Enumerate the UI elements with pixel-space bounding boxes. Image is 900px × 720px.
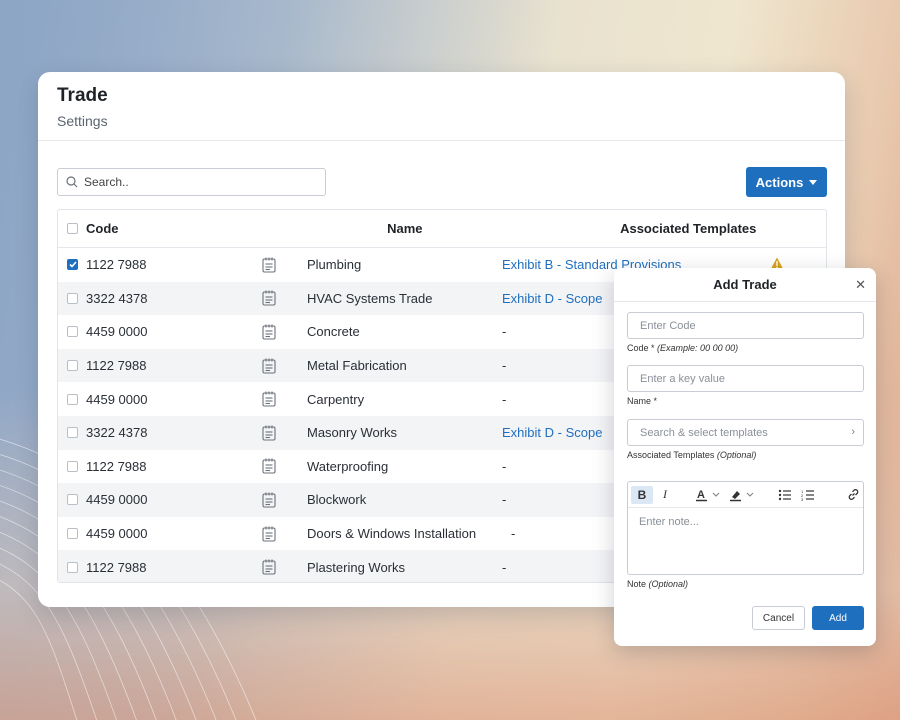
column-header-templates: Associated Templates (620, 221, 757, 236)
row-checkbox[interactable] (67, 259, 78, 271)
search-input[interactable] (84, 175, 304, 189)
row-checkbox[interactable] (67, 360, 78, 372)
select-all-checkbox[interactable] (67, 223, 78, 234)
link-button[interactable] (844, 486, 862, 504)
trade-code: 4459 0000 (86, 492, 148, 508)
trade-code: 4459 0000 (86, 324, 148, 340)
notepad-icon[interactable] (262, 425, 307, 441)
bullet-list-icon (778, 489, 791, 500)
note-textarea[interactable] (639, 516, 869, 576)
page-title: Trade (57, 85, 108, 106)
trade-name: Plastering Works (307, 559, 406, 575)
trade-code: 1122 7988 (86, 257, 147, 273)
row-checkbox[interactable] (67, 460, 78, 472)
numbered-list-icon: 1 2 3 (801, 489, 814, 501)
code-field[interactable] (627, 312, 864, 339)
name-label-text: Name * (627, 396, 658, 406)
trade-name: Waterproofing (307, 458, 389, 474)
trade-name: Carpentry (307, 391, 365, 407)
cancel-button[interactable]: Cancel (752, 606, 805, 630)
code-input[interactable] (640, 319, 840, 332)
trade-name: Concrete (307, 324, 360, 340)
code-label-text: Code * (627, 343, 655, 353)
code-label: Code * (Example: 00 00 00) (627, 343, 738, 353)
trade-name: Doors & Windows Installation (307, 526, 477, 542)
notepad-icon[interactable] (262, 257, 307, 273)
text-color-button[interactable]: A (694, 486, 722, 504)
row-checkbox[interactable] (67, 393, 78, 405)
row-checkbox[interactable] (67, 292, 78, 304)
code-example-hint: (Example: 00 00 00) (657, 343, 739, 353)
name-field[interactable] (627, 365, 864, 392)
note-optional-hint: (Optional) (648, 579, 689, 589)
trade-name: Plumbing (307, 257, 362, 273)
name-label: Name * (627, 396, 657, 406)
trade-code: 3322 4378 (86, 290, 148, 306)
trade-code: 3322 4378 (86, 425, 148, 441)
text-color-icon: A (696, 489, 720, 501)
bold-button[interactable]: B (631, 485, 653, 504)
templates-select[interactable]: › (627, 419, 864, 446)
column-header-name: Name (387, 221, 423, 236)
notepad-icon[interactable] (262, 324, 307, 340)
trade-code: 4459 0000 (86, 526, 148, 542)
note-label-text: Note (627, 579, 647, 589)
row-checkbox[interactable] (67, 427, 78, 439)
notepad-icon[interactable] (262, 290, 307, 306)
trade-code: 1122 7988 (86, 358, 147, 374)
notepad-icon[interactable] (262, 559, 307, 575)
bullet-list-button[interactable] (776, 486, 794, 504)
caret-down-icon (809, 179, 818, 185)
search-box[interactable] (57, 168, 326, 196)
column-header-code: Code (86, 221, 119, 236)
notepad-icon[interactable] (262, 526, 307, 542)
templates-optional-hint: (Optional) (716, 450, 757, 460)
notepad-icon[interactable] (262, 492, 307, 508)
actions-button-label: Actions (755, 174, 804, 190)
trade-name: Metal Fabrication (307, 358, 407, 374)
row-checkbox[interactable] (67, 326, 78, 338)
svg-text:3: 3 (801, 497, 804, 501)
add-trade-modal: Add Trade ✕ Code * (Example: 00 00 00) N… (614, 268, 876, 646)
link-icon (848, 489, 858, 500)
notepad-icon[interactable] (262, 458, 307, 474)
name-input[interactable] (640, 372, 840, 385)
trade-code: 4459 0000 (86, 391, 148, 407)
notepad-icon[interactable] (262, 391, 307, 407)
trade-name: Masonry Works (307, 425, 398, 441)
modal-header: Add Trade ✕ (614, 268, 876, 302)
search-icon (66, 176, 78, 188)
modal-title: Add Trade (713, 277, 777, 292)
trade-name: HVAC Systems Trade (307, 290, 433, 306)
trade-name: Blockwork (307, 492, 367, 508)
close-icon[interactable]: ✕ (855, 277, 866, 293)
actions-button[interactable]: Actions (746, 167, 827, 197)
notepad-icon[interactable] (262, 358, 307, 374)
table-header: Code Name Associated Templates (58, 210, 826, 248)
templates-label-text: Associated Templates (627, 450, 715, 460)
templates-label: Associated Templates (Optional) (627, 450, 756, 460)
row-checkbox[interactable] (67, 561, 78, 573)
add-button[interactable]: Add (812, 606, 864, 630)
highlighter-icon (730, 490, 754, 501)
svg-text:A: A (697, 489, 705, 501)
editor-toolbar: B I A 1 2 3 (628, 482, 863, 508)
templates-search-input[interactable] (640, 426, 840, 439)
row-checkbox[interactable] (67, 494, 78, 506)
chevron-right-icon: › (851, 426, 855, 438)
numbered-list-button[interactable]: 1 2 3 (799, 486, 817, 504)
page-subtitle: Settings (57, 113, 108, 129)
trade-code: 1122 7988 (86, 458, 147, 474)
note-editor: B I A 1 2 3 Enter note... (627, 481, 869, 576)
panel-header: Trade Settings (38, 72, 845, 141)
row-checkbox[interactable] (67, 528, 78, 540)
italic-button[interactable]: I (654, 486, 676, 504)
highlight-button[interactable] (728, 486, 756, 504)
note-label: Note (Optional) (627, 579, 688, 589)
trade-code: 1122 7988 (86, 559, 147, 575)
